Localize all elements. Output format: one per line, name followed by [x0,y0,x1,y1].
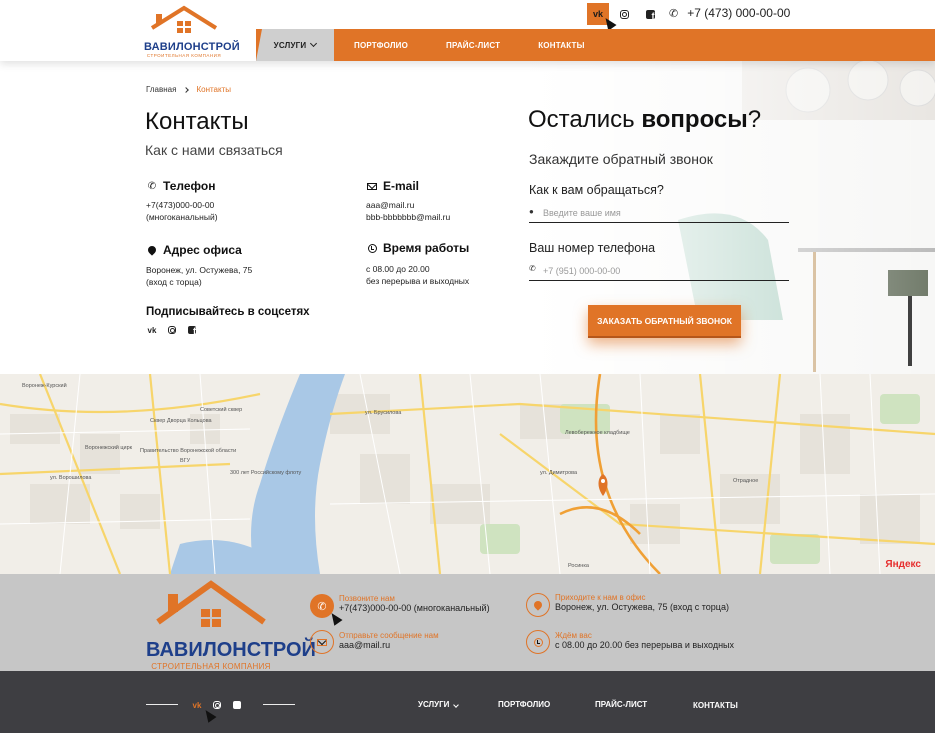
name-input[interactable] [529,204,789,223]
phone-field-wrap: ✆ [529,261,789,281]
mail-button[interactable] [310,630,334,654]
mail-icon [367,182,377,190]
footer-nav-portfolio[interactable]: Портфолио [498,700,550,709]
name-field-wrap: ● [529,203,789,223]
footer-nav-contacts[interactable]: Контакты [693,701,738,710]
facebook-icon[interactable] [230,698,244,712]
svg-text:ул. Димитрова: ул. Димитрова [540,470,578,476]
footer-email[interactable]: aaa@mail.ru [339,640,439,650]
footer-call: Позвоните нам +7(473)000-00-00 (многокан… [339,594,490,613]
facebook-icon[interactable] [186,324,198,336]
svg-text:Левобережное кладбище: Левобережное кладбище [565,430,630,436]
chevron-down-icon [310,39,318,48]
svg-text:Воронеж-Курский: Воронеж-Курский [22,382,67,389]
phone-icon: ✆ [669,7,679,20]
footer-office: Приходите к нам в офис Воронеж, ул. Осту… [555,593,729,612]
nav-item-contacts[interactable]: Контакты [538,29,584,61]
site-header: ВАВИЛОНСТРОЙ Строительная компания vk ✆ … [0,0,935,61]
clock-icon [533,637,543,647]
brand-logo[interactable]: ВАВИЛОНСТРОЙ Строительная компания [144,4,240,58]
breadcrumb: Главная Контакты [146,85,231,94]
nav-item-pricelist[interactable]: Прайс-лист [446,29,500,61]
header-phone-number: +7 (473) 000-00-00 [687,6,791,20]
name-label: Как к вам обращаться? [529,183,664,197]
brand-name: ВАВИЛОНСТРОЙ [144,41,240,53]
nav-item-services[interactable]: Услуги [256,29,334,61]
footer-nav-pricelist[interactable]: Прайс-лист [595,700,647,709]
request-callback-button[interactable]: Заказать обратный звонок [588,305,741,338]
chevron-down-icon [453,702,460,708]
form-subtitle: Закаждите обратный звонок [529,151,713,167]
svg-text:Воронежский цирк: Воронежский цирк [85,444,133,451]
office-button[interactable] [526,593,550,617]
map-attribution[interactable]: Яндекс [885,559,921,570]
map-canvas[interactable]: Воронеж-Курский Воронежский цирк Правите… [0,374,935,574]
footer-hours: Ждём вас с 08.00 до 20.00 без перерыва и… [555,631,735,650]
header-phone[interactable]: ✆ +7 (473) 000-00-00 [669,6,790,20]
footer-brand-tagline: Строительная компания [151,662,271,671]
svg-text:ул. Ворошилова: ул. Ворошилова [50,475,92,481]
footer-phone[interactable]: +7(473)000-00-00 (многоканальный) [339,603,490,613]
phone-label: Ваш номер телефона [529,241,656,255]
contact-hours-block: Время работы с 08.00 до 20.00 без переры… [366,241,470,286]
nav-item-portfolio[interactable]: Портфолио [354,29,408,61]
chevron-right-icon [183,86,190,93]
footer-mail: Отправьте сообщение нам aaa@mail.ru [339,631,439,650]
house-roof-icon [156,580,266,627]
phone-icon: ✆ [529,264,536,273]
location-pin-icon [146,244,158,256]
page-title: Контакты [145,108,249,135]
instagram-icon[interactable] [613,3,635,25]
footer-contacts: ВАВИЛОНСТРОЙ Строительная компания ✆ Поз… [0,574,935,671]
svg-text:Правительство Воронежской обла: Правительство Воронежской области [140,447,236,454]
phone-input[interactable] [529,262,789,281]
svg-text:Советский сквер: Советский сквер [200,406,242,413]
footer-social: vk [190,698,244,712]
phone-icon: ✆ [147,180,157,192]
divider [263,704,295,705]
contact-phone-value[interactable]: +7(473)000-00-00 [146,199,218,211]
yandex-map[interactable]: Воронеж-Курский Воронежский цирк Правите… [0,374,935,574]
header-social: vk [587,3,661,25]
vk-icon[interactable]: vk [146,324,158,336]
hours-button[interactable] [526,630,550,654]
contacts-social: vk [146,324,198,336]
breadcrumb-current: Контакты [196,85,232,94]
page-subtitle: Как с нами связаться [145,142,283,158]
location-pin-icon [532,599,544,611]
instagram-icon[interactable] [166,324,178,336]
main-nav: Услуги Портфолио Прайс-лист Контакты [256,29,935,61]
user-icon: ● [529,207,534,216]
clock-icon [367,243,377,253]
svg-text:300 лет Российскому флоту: 300 лет Российскому флоту [230,469,302,476]
footer-logo[interactable]: ВАВИЛОНСТРОЙ Строительная компания [146,578,316,671]
vk-icon[interactable]: vk [190,698,204,712]
svg-text:Сквер Дворца Кольцова: Сквер Дворца Кольцова [150,418,213,424]
contact-email-block: E-mail aaa@mail.ru bbb-bbbbbbb@mail.ru [366,179,451,223]
brand-tagline: Строительная компания [146,53,222,58]
facebook-icon[interactable] [639,3,661,25]
footer-bottom: vk Услуги Портфолио Прайс-лист Контакты [0,671,935,733]
divider [146,704,178,705]
contact-email-1[interactable]: aaa@mail.ru [366,199,450,211]
house-roof-icon [150,5,218,33]
breadcrumb-home[interactable]: Главная [146,85,176,94]
contact-email-2[interactable]: bbb-bbbbbbb@mail.ru [366,211,450,223]
footer-nav-services[interactable]: Услуги [418,700,460,709]
social-heading: Подписывайтесь в соцсетях [146,306,310,318]
footer-brand-name: ВАВИЛОНСТРОЙ [146,639,316,661]
contact-phone-block: ✆ Телефон +7(473)000-00-00 (многоканальны… [146,179,218,222]
mail-icon [317,638,327,646]
form-title: Остались вопросы? [528,106,762,133]
phone-icon: ✆ [317,600,327,613]
svg-text:Отрадное: Отрадное [733,478,758,484]
svg-text:ВГУ: ВГУ [180,458,191,464]
svg-text:ул. Брусилова: ул. Брусилова [365,410,402,416]
contact-address-block: Адрес офиса Воронеж, ул. Остужева, 75 (в… [146,243,253,287]
svg-text:Росинка: Росинка [568,563,590,569]
